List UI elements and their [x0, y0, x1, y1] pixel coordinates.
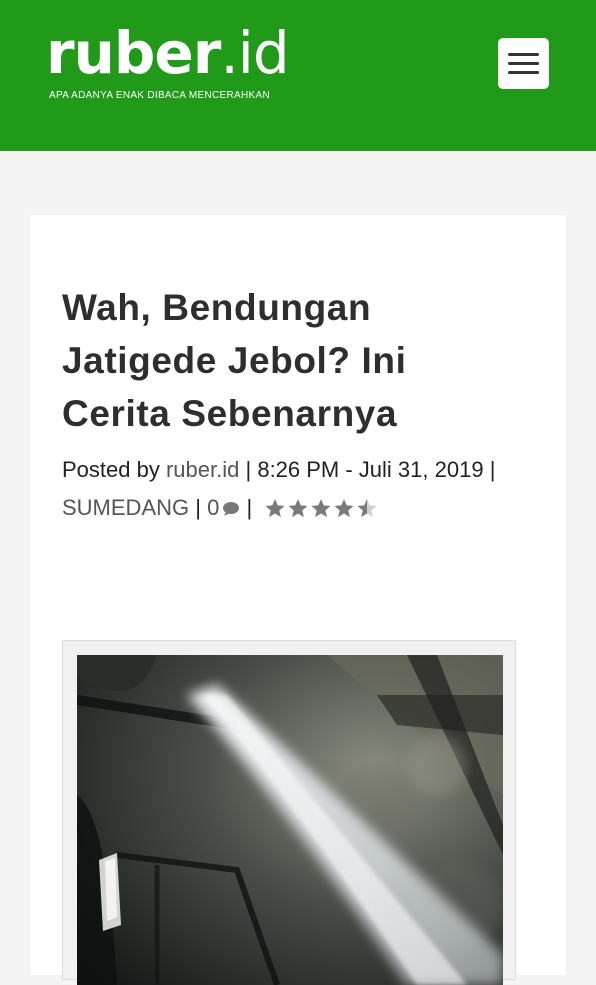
- rating-star-icon: [311, 499, 331, 518]
- site-header: ruber.id APA ADANYA ENAK DIBACA MENCERAH…: [0, 0, 596, 151]
- rating-star-icon: [334, 499, 354, 518]
- hamburger-menu-icon-bar: [508, 62, 539, 65]
- hamburger-menu-button[interactable]: [498, 38, 549, 89]
- rating-star-icon: [265, 499, 285, 518]
- comment-count-link[interactable]: 0: [207, 495, 240, 520]
- site-logo[interactable]: ruber.id APA ADANYA ENAK DIBACA MENCERAH…: [46, 19, 290, 101]
- logo-wordmark: ruber.id: [46, 19, 290, 87]
- article-image-frame: [62, 640, 516, 985]
- rating-stars[interactable]: [264, 492, 379, 530]
- posted-by-label: Posted by: [62, 457, 160, 482]
- comment-count: 0: [207, 495, 220, 520]
- hamburger-menu-icon-bar: [508, 53, 539, 56]
- meta-separator: |: [246, 495, 253, 520]
- rating-star-icon: [288, 499, 308, 518]
- logo-text-main: ruber: [46, 19, 221, 87]
- logo-tagline: APA ADANYA ENAK DIBACA MENCERAHKAN: [49, 90, 271, 101]
- article-photo[interactable]: [77, 655, 503, 985]
- meta-separator: |: [489, 457, 496, 482]
- article-meta: Posted by ruber.id | 8:26 PM - Juli 31, …: [62, 451, 532, 530]
- rating-star-icon: [357, 499, 377, 518]
- comment-bubble-icon: [223, 502, 240, 516]
- meta-separator: |: [245, 457, 252, 482]
- article-card: Wah, Bendungan Jatigede Jebol? Ini Cerit…: [30, 215, 566, 985]
- category-link[interactable]: SUMEDANG: [62, 495, 189, 520]
- article-title: Wah, Bendungan Jatigede Jebol? Ini Cerit…: [62, 287, 407, 434]
- hamburger-menu-icon-bar: [508, 71, 539, 74]
- post-time-date: 8:26 PM - Juli 31, 2019: [257, 457, 484, 482]
- meta-separator: |: [195, 495, 201, 520]
- author-link[interactable]: ruber.id: [166, 457, 239, 482]
- logo-text-suffix: .id: [220, 19, 289, 87]
- water-leak-photo: [77, 655, 503, 985]
